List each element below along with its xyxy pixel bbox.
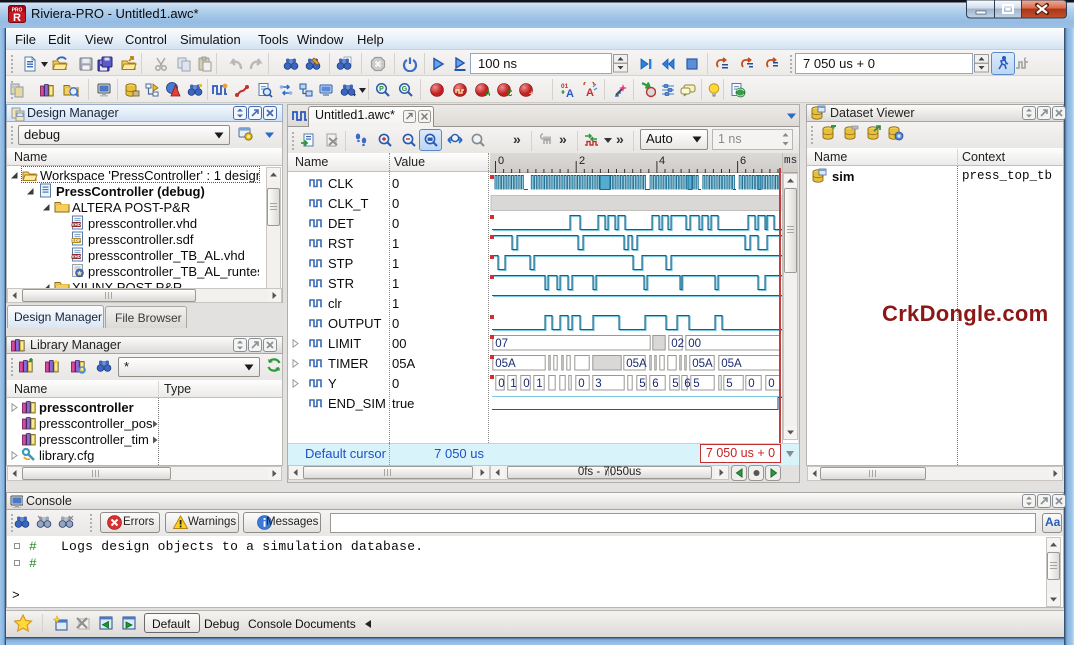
svg-text:4: 4 bbox=[659, 155, 665, 167]
svg-text:0: 0 bbox=[498, 155, 504, 167]
svg-text:VHD: VHD bbox=[72, 254, 81, 259]
svg-text:A: A bbox=[586, 87, 594, 98]
svg-text:G: G bbox=[402, 86, 408, 93]
svg-text:5: 5 bbox=[639, 378, 645, 390]
svg-text:05A: 05A bbox=[495, 358, 516, 370]
svg-text:2: 2 bbox=[579, 155, 585, 167]
svg-text:0: 0 bbox=[578, 378, 584, 390]
svg-text:6: 6 bbox=[684, 378, 690, 390]
svg-text:C: C bbox=[507, 89, 512, 98]
svg-text:+: + bbox=[529, 89, 534, 98]
svg-text:VHD: VHD bbox=[72, 222, 81, 227]
svg-text:R: R bbox=[13, 12, 21, 23]
svg-text:00: 00 bbox=[688, 338, 701, 350]
svg-text:07: 07 bbox=[495, 338, 508, 350]
svg-text:05A: 05A bbox=[692, 358, 713, 370]
svg-text:0: 0 bbox=[498, 378, 504, 390]
svg-text:6: 6 bbox=[740, 155, 746, 167]
svg-text:A: A bbox=[485, 89, 490, 98]
svg-text:6: 6 bbox=[652, 378, 658, 390]
svg-text:SDF: SDF bbox=[72, 238, 81, 243]
svg-text:0: 0 bbox=[748, 378, 754, 390]
svg-text:02: 02 bbox=[671, 338, 684, 350]
svg-text:1: 1 bbox=[510, 378, 516, 390]
svg-text:3: 3 bbox=[595, 378, 601, 390]
svg-text:P: P bbox=[379, 86, 384, 93]
svg-text:0: 0 bbox=[768, 378, 774, 390]
svg-text:0: 0 bbox=[523, 378, 529, 390]
svg-text:5: 5 bbox=[693, 378, 699, 390]
svg-text:1: 1 bbox=[536, 378, 542, 390]
svg-text:A: A bbox=[566, 88, 574, 98]
svg-text:05A: 05A bbox=[626, 358, 647, 370]
svg-text:5: 5 bbox=[726, 378, 732, 390]
svg-text:5: 5 bbox=[672, 378, 678, 390]
svg-text:05A: 05A bbox=[721, 358, 742, 370]
